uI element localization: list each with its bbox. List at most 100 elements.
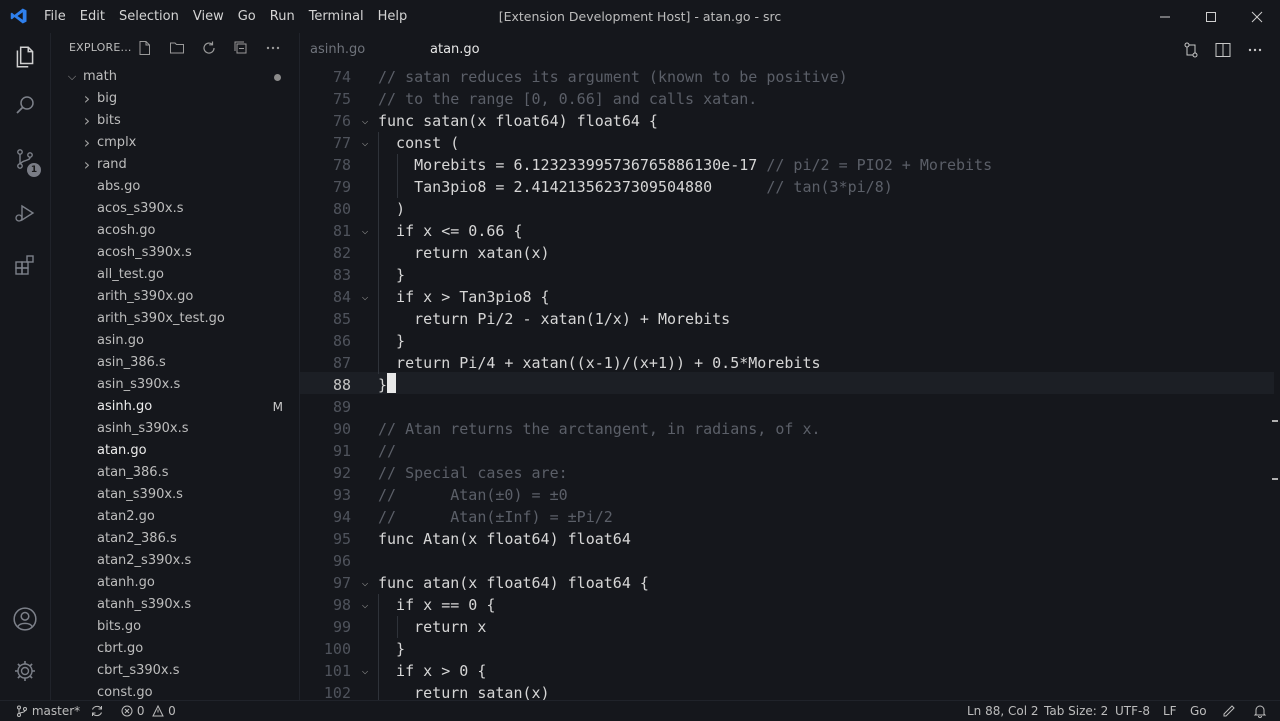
tree-file[interactable]: acosh_s390x.s bbox=[51, 242, 299, 264]
tree-file[interactable]: arith_s390x_test.go bbox=[51, 308, 299, 330]
close-icon bbox=[1251, 11, 1263, 22]
tree-item-label: atanh.go bbox=[97, 575, 155, 590]
problems-indicator[interactable]: 0 0 bbox=[121, 701, 176, 721]
notifications-button[interactable] bbox=[1253, 701, 1267, 721]
menu-run[interactable]: Run bbox=[263, 0, 302, 33]
tab-atan-go[interactable]: atan.go bbox=[430, 33, 480, 66]
run-debug-button[interactable] bbox=[0, 189, 50, 237]
code-editor[interactable]: 74 // satan reduces its argument (known t… bbox=[300, 66, 1280, 700]
tab-asinh-go[interactable]: asinh.go bbox=[310, 33, 365, 66]
minimize-button[interactable] bbox=[1142, 0, 1188, 33]
line-number: 84 bbox=[332, 288, 351, 306]
menu-go[interactable]: Go bbox=[231, 0, 263, 33]
tree-folder[interactable]: › rand bbox=[51, 154, 299, 176]
tree-file[interactable]: cbrt_s390x.s bbox=[51, 660, 299, 682]
tree-file[interactable]: abs.go bbox=[51, 176, 299, 198]
extensions-button[interactable] bbox=[0, 241, 50, 289]
maximize-button[interactable] bbox=[1188, 0, 1234, 33]
tree-file[interactable]: atan.go bbox=[51, 440, 299, 462]
code-line: 94 // Atan(±Inf) = ±Pi/2 bbox=[300, 506, 1280, 528]
line-number: 101 bbox=[323, 662, 351, 680]
tree-folder[interactable]: › cmplx bbox=[51, 132, 299, 154]
menu-file[interactable]: File bbox=[37, 0, 73, 33]
menu-view[interactable]: View bbox=[186, 0, 231, 33]
tree-file[interactable]: asinh.go M bbox=[51, 396, 299, 418]
status-bar: master* 0 0 Ln 88, Col 2 Tab Size: 2 UTF… bbox=[0, 700, 1280, 721]
line-number: 93 bbox=[332, 486, 351, 504]
tree-file[interactable]: bits.go bbox=[51, 616, 299, 638]
tree-file[interactable]: atanh_s390x.s bbox=[51, 594, 299, 616]
tree-file[interactable]: asinh_s390x.s bbox=[51, 418, 299, 440]
sync-button[interactable] bbox=[90, 701, 104, 721]
fold-chevron-icon[interactable]: ⌵ bbox=[358, 110, 372, 132]
code-content: if x <= 0.66 { bbox=[378, 222, 523, 240]
split-editor-icon[interactable] bbox=[1214, 41, 1232, 59]
more-actions-icon[interactable] bbox=[1246, 41, 1264, 59]
language-mode[interactable]: Go bbox=[1190, 701, 1207, 721]
gear-icon bbox=[15, 661, 35, 681]
feedback-button[interactable] bbox=[1222, 701, 1236, 721]
tree-item-label: atan2_s390x.s bbox=[97, 553, 192, 568]
tree-file[interactable]: atan_386.s bbox=[51, 462, 299, 484]
tree-folder[interactable]: › big bbox=[51, 88, 299, 110]
file-encoding[interactable]: UTF-8 bbox=[1115, 701, 1150, 721]
open-changes-icon[interactable] bbox=[1182, 41, 1200, 59]
tree-file[interactable]: acos_s390x.s bbox=[51, 198, 299, 220]
tree-file[interactable]: atan2.go bbox=[51, 506, 299, 528]
menu-terminal[interactable]: Terminal bbox=[302, 0, 371, 33]
tree-folder-math[interactable]: ⌵ math bbox=[51, 66, 299, 88]
line-number: 96 bbox=[332, 552, 351, 570]
code-content: // satan reduces its argument (known to … bbox=[378, 68, 848, 86]
end-of-line[interactable]: LF bbox=[1163, 701, 1177, 721]
fold-chevron-icon[interactable]: ⌵ bbox=[358, 220, 372, 242]
collapse-all-icon[interactable] bbox=[233, 40, 249, 56]
tree-file[interactable]: cbrt.go bbox=[51, 638, 299, 660]
code-text: func Atan(x float64) float64 bbox=[378, 528, 631, 550]
tree-folder[interactable]: › bits bbox=[51, 110, 299, 132]
code-content: } bbox=[378, 332, 406, 350]
fold-chevron-icon[interactable]: ⌵ bbox=[358, 660, 372, 682]
tree-file[interactable]: atanh.go bbox=[51, 572, 299, 594]
tree-item-label: atan2_386.s bbox=[97, 531, 177, 546]
menu-edit[interactable]: Edit bbox=[73, 0, 112, 33]
source-control-button[interactable]: 1 bbox=[0, 135, 50, 183]
code-text: // Special cases are: bbox=[378, 462, 568, 484]
tree-file[interactable]: const.go bbox=[51, 682, 299, 700]
menu-help[interactable]: Help bbox=[371, 0, 415, 33]
refresh-icon[interactable] bbox=[201, 40, 217, 56]
tree-item-label: bits.go bbox=[97, 619, 142, 634]
fold-chevron-icon[interactable]: ⌵ bbox=[358, 594, 372, 616]
cursor-position[interactable]: Ln 88, Col 2 bbox=[967, 701, 1039, 721]
tab-size[interactable]: Tab Size: 2 bbox=[1044, 701, 1108, 721]
new-file-icon[interactable] bbox=[137, 40, 153, 56]
explorer-button[interactable] bbox=[0, 33, 50, 81]
tree-file[interactable]: all_test.go bbox=[51, 264, 299, 286]
search-button[interactable] bbox=[0, 81, 50, 129]
tree-item-label: acosh.go bbox=[97, 223, 156, 238]
tree-file[interactable]: atan2_s390x.s bbox=[51, 550, 299, 572]
tree-file[interactable]: asin_386.s bbox=[51, 352, 299, 374]
tree-file[interactable]: atan_s390x.s bbox=[51, 484, 299, 506]
code-content: return Pi/4 + xatan((x-1)/(x+1)) + 0.5*M… bbox=[378, 354, 821, 372]
fold-chevron-icon[interactable]: ⌵ bbox=[358, 132, 372, 154]
code-line: 92 // Special cases are: bbox=[300, 462, 1280, 484]
close-button[interactable] bbox=[1234, 0, 1280, 33]
branch-indicator[interactable]: master* bbox=[16, 701, 80, 721]
new-folder-icon[interactable] bbox=[169, 40, 185, 56]
line-number: 82 bbox=[332, 244, 351, 262]
manage-button[interactable] bbox=[0, 647, 50, 695]
tree-file[interactable]: arith_s390x.go bbox=[51, 286, 299, 308]
menu-selection[interactable]: Selection bbox=[112, 0, 186, 33]
tree-file[interactable]: asin_s390x.s bbox=[51, 374, 299, 396]
line-number: 87 bbox=[332, 354, 351, 372]
tree-file[interactable]: asin.go bbox=[51, 330, 299, 352]
more-actions-icon[interactable] bbox=[265, 40, 281, 56]
code-text: // bbox=[378, 440, 396, 462]
tree-file[interactable]: acosh.go bbox=[51, 220, 299, 242]
accounts-button[interactable] bbox=[0, 595, 50, 643]
fold-chevron-icon[interactable]: ⌵ bbox=[358, 572, 372, 594]
line-number: 85 bbox=[332, 310, 351, 328]
code-text: if x <= 0.66 { bbox=[378, 220, 523, 242]
fold-chevron-icon[interactable]: ⌵ bbox=[358, 286, 372, 308]
tree-file[interactable]: atan2_386.s bbox=[51, 528, 299, 550]
